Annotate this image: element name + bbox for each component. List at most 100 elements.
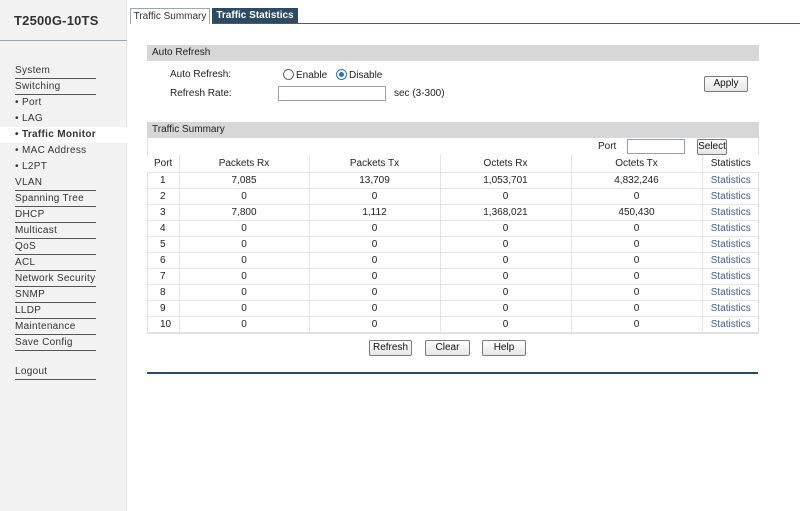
table-row: 6 0 0 0 0 Statistics	[147, 252, 759, 269]
table-cell: 0	[571, 268, 703, 285]
sidebar-item-save-config[interactable]: Save Config	[0, 335, 127, 351]
statistics-link[interactable]: Statistics	[711, 303, 751, 314]
statistics-cell: Statistics	[702, 252, 759, 269]
table-cell: 2	[147, 188, 180, 205]
table-row: 7 0 0 0 0 Statistics	[147, 268, 759, 285]
refresh-rate-input[interactable]	[278, 86, 386, 101]
tab-underline	[212, 23, 800, 24]
statistics-cell: Statistics	[702, 316, 759, 333]
sidebar-item-acl[interactable]: ACL	[0, 255, 127, 271]
table-cell: 7	[147, 268, 180, 285]
disable-radio[interactable]	[336, 69, 347, 80]
table-cell: 0	[309, 188, 441, 205]
sidebar-item-dhcp[interactable]: DHCP	[0, 207, 127, 223]
table-row: 1 7,085 13,709 1,053,701 4,832,246 Statistics	[147, 172, 759, 189]
enable-label: Enable	[296, 70, 328, 81]
table-cell: 1	[147, 172, 180, 189]
sidebar-item-label: SNMP	[15, 289, 46, 300]
table-cell: 0	[440, 220, 572, 237]
table-cell: 4	[147, 220, 180, 237]
table-cell: 0	[179, 300, 310, 317]
apply-button[interactable]: Apply	[704, 76, 748, 92]
table-cell: 0	[440, 284, 572, 301]
table-row: 4 0 0 0 0 Statistics	[147, 220, 759, 237]
sidebar-item-logout[interactable]: Logout	[0, 364, 127, 380]
table-cell: 450,430	[571, 204, 703, 221]
table-cell: 0	[309, 300, 441, 317]
sidebar-item-maintenance[interactable]: Maintenance	[0, 319, 127, 335]
sidebar-item-qos[interactable]: QoS	[0, 239, 127, 255]
table-cell: 0	[179, 188, 310, 205]
disable-label: Disable	[349, 70, 383, 81]
sidebar-item-label: ACL	[15, 257, 36, 268]
table-cell: 0	[309, 236, 441, 253]
table-cell: 0	[440, 252, 572, 269]
table-row: 8 0 0 0 0 Statistics	[147, 284, 759, 301]
port-filter-input[interactable]	[627, 139, 685, 154]
table-cell: 0	[440, 300, 572, 317]
statistics-link[interactable]: Statistics	[711, 319, 751, 330]
table-cell: 0	[440, 188, 572, 205]
statistics-link[interactable]: Statistics	[711, 287, 751, 298]
tab-traffic-summary[interactable]: Traffic Summary	[130, 8, 210, 24]
port-filter-label: Port	[598, 141, 617, 152]
statistics-link[interactable]: Statistics	[711, 271, 751, 282]
sidebar-item-label: System	[15, 65, 51, 76]
sidebar-item-traffic-monitor[interactable]: • Traffic Monitor	[0, 127, 127, 143]
sidebar-item-label: Network Security	[15, 273, 96, 284]
statistics-cell: Statistics	[702, 268, 759, 285]
enable-radio[interactable]	[283, 69, 294, 80]
sidebar-item-lag[interactable]: • LAG	[0, 111, 127, 127]
sidebar-item-l2pt[interactable]: • L2PT	[0, 159, 127, 175]
refresh-rate-label: Refresh Rate:	[170, 88, 232, 99]
sidebar-item-snmp[interactable]: SNMP	[0, 287, 127, 303]
refresh-button[interactable]: Refresh	[369, 340, 412, 356]
clear-button[interactable]: Clear	[425, 340, 470, 356]
column-header: Octets Tx	[571, 155, 703, 173]
sidebar: T2500G-10TS System Switching • Port • LAG • Tra…	[0, 0, 127, 511]
column-header: Octets Rx	[440, 155, 572, 173]
sidebar-item-switching[interactable]: Switching	[0, 79, 127, 95]
sidebar-item-network-security[interactable]: Network Security	[0, 271, 127, 287]
table-cell: 1,112	[309, 204, 441, 221]
statistics-cell: Statistics	[702, 300, 759, 317]
statistics-link[interactable]: Statistics	[711, 175, 751, 186]
sidebar-item-label: MAC Address	[22, 145, 87, 156]
statistics-link[interactable]: Statistics	[711, 223, 751, 234]
statistics-link[interactable]: Statistics	[711, 207, 751, 218]
sidebar-item-port[interactable]: • Port	[0, 95, 127, 111]
tab-traffic-statistics[interactable]: Traffic Statistics	[212, 8, 298, 24]
sidebar-item-label: Save Config	[15, 337, 73, 348]
statistics-cell: Statistics	[702, 236, 759, 253]
bullet-icon: •	[15, 129, 19, 140]
sidebar-item-system[interactable]: System	[0, 63, 127, 79]
sidebar-item-label: Multicast	[15, 225, 58, 236]
help-button[interactable]: Help	[482, 340, 526, 356]
column-header: Port	[147, 155, 180, 173]
table-cell: 0	[571, 188, 703, 205]
table-row: 5 0 0 0 0 Statistics	[147, 236, 759, 253]
column-header: Packets Rx	[179, 155, 310, 173]
table-cell: 4,832,246	[571, 172, 703, 189]
table-cell: 0	[571, 316, 703, 333]
device-model: T2500G-10TS	[14, 13, 99, 28]
table-cell: 0	[309, 268, 441, 285]
table-cell: 0	[309, 316, 441, 333]
statistics-link[interactable]: Statistics	[711, 191, 751, 202]
statistics-link[interactable]: Statistics	[711, 255, 751, 266]
table-cell: 3	[147, 204, 180, 221]
refresh-rate-hint: sec (3-300)	[394, 88, 445, 99]
sidebar-item-label: VLAN	[15, 177, 43, 188]
statistics-link[interactable]: Statistics	[711, 239, 751, 250]
table-row: 10 0 0 0 0 Statistics	[147, 316, 759, 333]
brand-divider	[0, 40, 127, 41]
table-cell: 0	[179, 268, 310, 285]
sidebar-item-multicast[interactable]: Multicast	[0, 223, 127, 239]
sidebar-item-mac-address[interactable]: • MAC Address	[0, 143, 127, 159]
table-row: 2 0 0 0 0 Statistics	[147, 188, 759, 205]
sidebar-item-spanning-tree[interactable]: Spanning Tree	[0, 191, 127, 207]
sidebar-item-vlan[interactable]: VLAN	[0, 175, 127, 191]
select-button[interactable]: Select	[697, 139, 727, 155]
sidebar-item-lldp[interactable]: LLDP	[0, 303, 127, 319]
statistics-cell: Statistics	[702, 204, 759, 221]
